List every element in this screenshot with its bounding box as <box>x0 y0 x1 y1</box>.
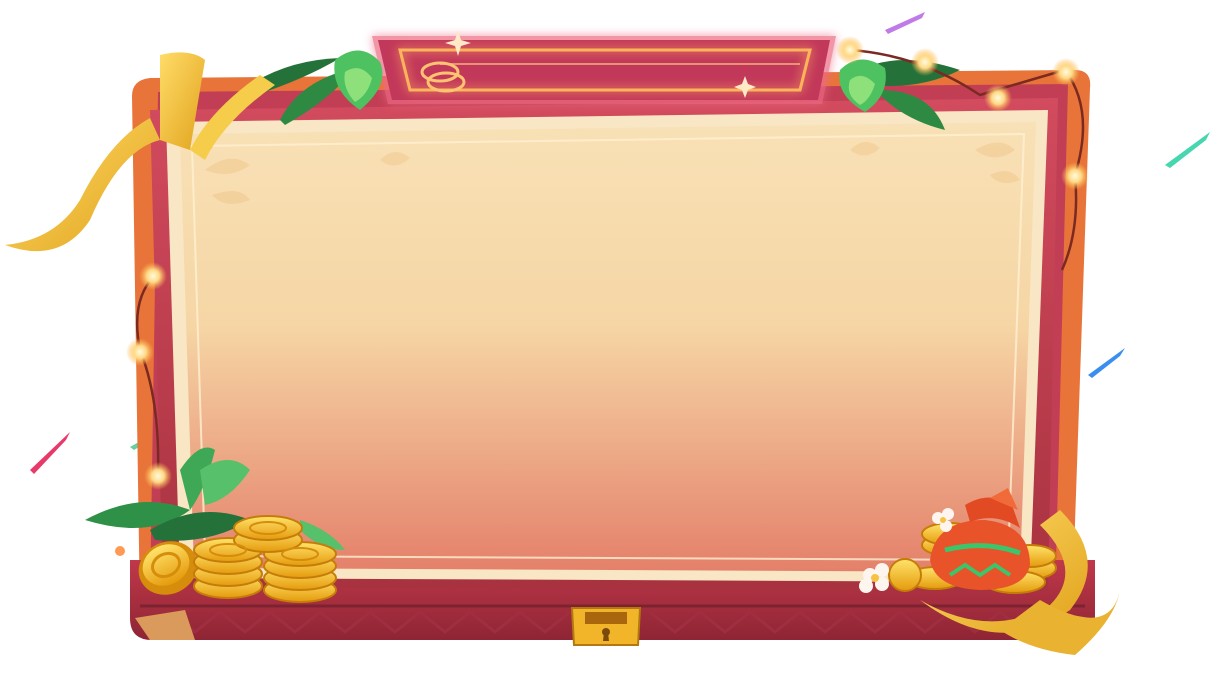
title-bar <box>372 30 836 104</box>
keyhole-icon <box>570 607 642 646</box>
game-panel-frame <box>0 0 1231 678</box>
